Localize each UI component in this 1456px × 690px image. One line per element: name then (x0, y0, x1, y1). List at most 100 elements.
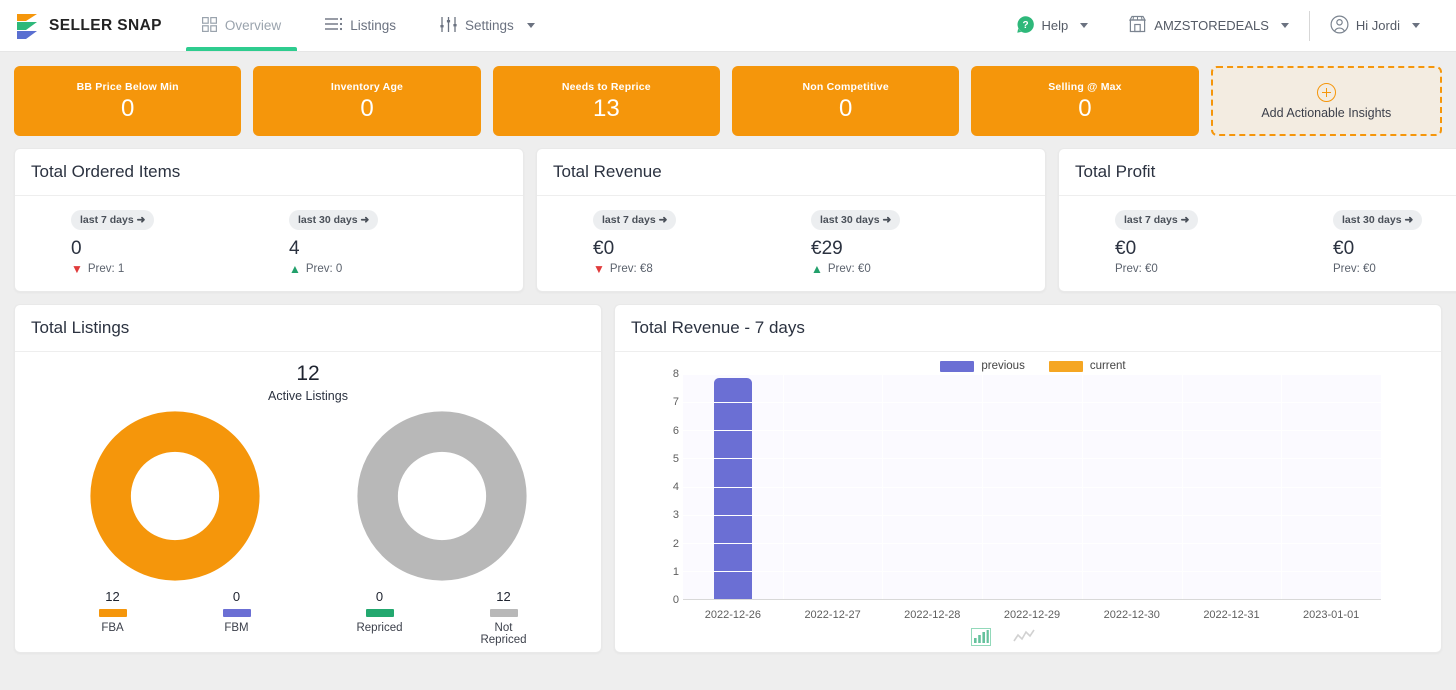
stat-value: 4 (289, 238, 300, 259)
card-body: last 7 days ➜ €0 Prev: €0 last 30 days ➜… (1059, 196, 1456, 291)
kpi-card-bb-price-below-min[interactable]: BB Price Below Min 0 (14, 66, 242, 136)
donut-chart-repricing[interactable] (356, 411, 527, 581)
stat-col-last-30-days: last 30 days ➜ €29 ▲ Prev: €0 (811, 210, 1029, 275)
kpi-value: 0 (1078, 94, 1092, 122)
legend-value: 12 (496, 589, 511, 604)
stat-prev-label: Prev: 1 (87, 263, 125, 275)
chevron-down-icon (1280, 23, 1289, 28)
bar-chart-icon[interactable] (971, 628, 991, 651)
line-chart-icon[interactable] (1013, 628, 1035, 651)
bar-previous[interactable] (713, 378, 752, 599)
y-tick-label: 3 (672, 509, 679, 522)
kpi-value: 0 (120, 94, 135, 122)
help-icon: ? (1016, 15, 1035, 37)
help-menu[interactable]: ? Help (996, 11, 1109, 41)
gridline-horizontal (683, 374, 1381, 375)
range-chip-7d[interactable]: last 7 days ➜ (71, 210, 155, 230)
kpi-card-selling-at-max[interactable]: Selling @ Max 0 (971, 66, 1199, 136)
stat-value: €0 (1115, 238, 1137, 259)
stat-col-last-30-days: last 30 days ➜ 4 ▲ Prev: 0 (289, 210, 507, 275)
legend-swatch-fba (98, 609, 127, 617)
user-label: Hi Jordi (1355, 18, 1400, 33)
trend-up-icon: ▲ (811, 262, 823, 276)
y-tick-label: 6 (672, 424, 679, 437)
panel-total-listings: Total Listings 12 Active Listings 12 FBA (14, 304, 602, 653)
kpi-strip: BB Price Below Min 0 Inventory Age 0 Nee… (0, 52, 1456, 136)
nav-item-settings[interactable]: Settings (418, 0, 557, 51)
y-tick-label: 0 (672, 594, 679, 606)
legend-item-repriced: 0 Repriced (349, 589, 411, 646)
revenue-chart: previous current 012345678 2022-12-26 202… (615, 352, 1441, 652)
kpi-card-non-competitive[interactable]: Non Competitive 0 (731, 66, 960, 136)
chart-legend-current[interactable]: current (1048, 360, 1126, 372)
trend-down-icon: ▼ (593, 262, 605, 276)
range-chip-30d[interactable]: last 30 days ➜ (1333, 210, 1423, 230)
header-right: ? Help AMZSTOREDEALS Hi Jordi (996, 0, 1456, 51)
x-tick-label: 2022-12-30 (1103, 609, 1160, 621)
kpi-value: 13 (592, 94, 620, 122)
stat-col-last-30-days: last 30 days ➜ €0 Prev: €0 (1333, 210, 1456, 275)
stat-col-last-7-days: last 7 days ➜ €0 Prev: €0 (1115, 210, 1333, 275)
stat-prev: Prev: €0 (1115, 263, 1333, 275)
kpi-label: Inventory Age (330, 80, 404, 93)
kpi-label: Selling @ Max (1048, 80, 1122, 93)
donut-block-repricing: 0 Repriced 12 Not Repriced (327, 411, 557, 646)
user-menu[interactable]: Hi Jordi (1310, 11, 1440, 41)
stat-prev-label: Prev: €8 (609, 263, 653, 275)
main-nav: Overview Listings Settings (180, 0, 557, 51)
gridline-horizontal (683, 458, 1381, 460)
card-title: Total Ordered Items (15, 149, 523, 196)
stat-col-last-7-days: last 7 days ➜ €0 ▼ Prev: €8 (593, 210, 811, 275)
gridline-vertical (1281, 374, 1283, 599)
brand-name: SELLER SNAP (49, 16, 162, 34)
store-icon (1128, 15, 1147, 36)
range-chip-30d[interactable]: last 30 days ➜ (811, 210, 901, 230)
app-header: SELLER SNAP Overview Listings Settings ?… (0, 0, 1456, 52)
panel-total-revenue-chart: Total Revenue - 7 days previous current … (614, 304, 1442, 653)
kpi-label: Needs to Reprice (561, 80, 651, 93)
stat-value: €29 (811, 238, 843, 259)
x-axis: 2022-12-26 2022-12-27 2022-12-28 2022-12-29… (683, 602, 1381, 626)
legend-item-not-repriced: 12 Not Repriced (473, 589, 535, 646)
range-chip-7d[interactable]: last 7 days ➜ (593, 210, 677, 230)
nav-item-overview[interactable]: Overview (180, 0, 303, 51)
kpi-value: 0 (360, 94, 374, 122)
lower-row: Total Listings 12 Active Listings 12 FBA (0, 292, 1456, 653)
legend-swatch-not-repriced (489, 609, 518, 617)
x-tick-label: 2023-01-01 (1303, 609, 1360, 621)
range-chip-7d[interactable]: last 7 days ➜ (1115, 210, 1199, 230)
active-listings-label: Active Listings (268, 389, 348, 403)
nav-label-settings: Settings (464, 18, 514, 33)
card-body: last 7 days ➜ €0 ▼ Prev: €8 last 30 days… (537, 196, 1045, 291)
grid-icon (201, 16, 217, 35)
stat-prev: Prev: €0 (1333, 263, 1456, 275)
donut-chart-fulfillment[interactable] (89, 411, 260, 581)
gridline-vertical (982, 374, 984, 599)
x-tick-label: 2022-12-31 (1203, 609, 1260, 621)
y-tick-label: 4 (672, 481, 679, 493)
panel-title: Total Revenue - 7 days (615, 305, 1441, 352)
plus-circle-icon (1316, 82, 1336, 102)
stat-col-last-7-days: last 7 days ➜ 0 ▼ Prev: 1 (71, 210, 289, 275)
nav-item-listings[interactable]: Listings (303, 0, 418, 51)
chart-type-toggles (625, 628, 1381, 651)
legend-label: Repriced (356, 622, 403, 634)
brand[interactable]: SELLER SNAP (0, 0, 180, 51)
range-chip-30d[interactable]: last 30 days ➜ (289, 210, 379, 230)
kpi-card-inventory-age[interactable]: Inventory Age 0 (253, 66, 481, 136)
stat-prev: ▼ Prev: 1 (71, 263, 289, 275)
stat-value: €0 (593, 238, 615, 259)
panel-title: Total Listings (15, 305, 601, 352)
gridline-horizontal (683, 514, 1381, 516)
trend-down-icon: ▼ (71, 262, 83, 276)
legend-swatch-current (1048, 360, 1083, 372)
legend-label: Not Repriced (480, 622, 527, 646)
kpi-label: BB Price Below Min (76, 80, 179, 93)
chart-legend-previous[interactable]: previous (940, 360, 1025, 372)
card-title: Total Profit (1059, 149, 1456, 196)
account-selector[interactable]: AMZSTOREDEALS (1108, 11, 1309, 41)
gridline-horizontal (683, 402, 1381, 404)
kpi-card-needs-to-reprice[interactable]: Needs to Reprice 13 (492, 66, 720, 136)
donut-legend-fulfillment: 12 FBA 0 FBM (60, 589, 290, 634)
add-actionable-insights-button[interactable]: Add Actionable Insights (1210, 66, 1442, 136)
